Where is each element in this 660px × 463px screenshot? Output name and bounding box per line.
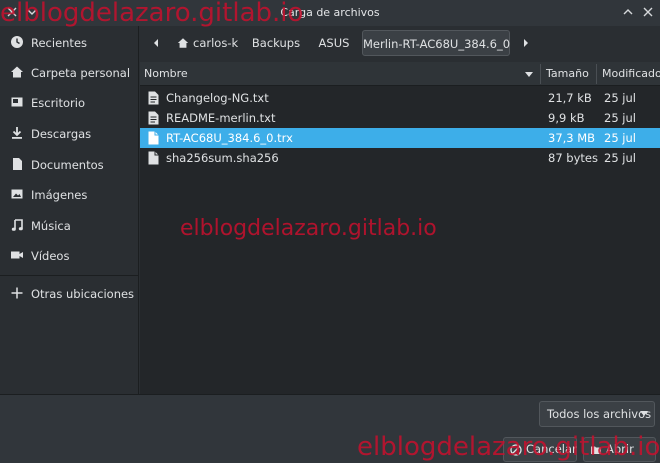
breadcrumb-label: Backups [251, 36, 301, 50]
file-modified: 25 jul [604, 131, 636, 145]
file-name: Changelog-NG.txt [166, 91, 269, 105]
file-name: RT-AC68U_384.6_0.trx [166, 131, 293, 145]
desktop-icon [11, 97, 23, 107]
close-icon[interactable] [640, 4, 656, 20]
image-icon [11, 189, 23, 199]
sidebar-item-escritorio[interactable]: Escritorio [0, 88, 139, 118]
breadcrumb-label: Merlin-RT-AC68U_384.6_0 [363, 37, 511, 51]
sidebar-item-label: Carpeta personal [31, 66, 131, 80]
sidebar-item-imagenes[interactable]: Imágenes [0, 180, 139, 210]
breadcrumb-carlos-k[interactable]: carlos-k [173, 30, 239, 56]
music-icon [11, 219, 23, 231]
file-row[interactable]: sha256sum.sha256 87 bytes 25 jul [140, 148, 660, 168]
file-modified: 25 jul [604, 151, 636, 165]
file-icon [148, 131, 159, 145]
breadcrumb-backups[interactable]: Backups [248, 30, 304, 56]
file-size: 9,9 kB [548, 111, 585, 125]
breadcrumb-label: ASUS [318, 36, 350, 50]
file-name: README-merlin.txt [166, 111, 276, 125]
column-header-size[interactable]: Tamaño [546, 67, 589, 80]
column-headers: Nombre Tamaño Modificado [140, 62, 660, 86]
file-modified: 25 jul [604, 91, 636, 105]
sort-down-icon[interactable] [524, 71, 534, 78]
file-name: sha256sum.sha256 [166, 151, 279, 165]
breadcrumb-asus[interactable]: ASUS [312, 30, 356, 56]
column-header-name[interactable]: Nombre [144, 67, 188, 80]
plus-icon [11, 287, 23, 299]
column-divider[interactable] [540, 64, 541, 84]
file-modified: 25 jul [604, 111, 636, 125]
sidebar-item-descargas[interactable]: Descargas [0, 119, 139, 149]
file-row[interactable]: Changelog-NG.txt 21,7 kB 25 jul [140, 88, 660, 108]
text-file-icon [148, 91, 159, 105]
sidebar-item-label: Música [31, 219, 71, 233]
sidebar-item-label: Imágenes [31, 188, 88, 202]
column-header-modified[interactable]: Modificado [602, 67, 660, 80]
sidebar-item-label: Recientes [31, 36, 88, 50]
sidebar-item-musica[interactable]: Música [0, 211, 139, 241]
sidebar-item-label: Documentos [31, 158, 104, 172]
column-divider[interactable] [596, 64, 597, 84]
path-bar: carlos-k Backups ASUS Merlin-RT-AC68U_38… [140, 26, 660, 60]
file-size: 37,3 MB [548, 131, 596, 145]
sidebar-divider [0, 275, 139, 276]
download-icon [12, 127, 22, 139]
text-file-icon [148, 111, 159, 125]
chevron-left-icon[interactable] [150, 37, 162, 49]
sidebar-item-otras-ubicaciones[interactable]: Otras ubicaciones [0, 279, 139, 309]
watermark: elblogdelazaro.gitlab.io [357, 432, 660, 462]
sidebar-item-label: Vídeos [31, 249, 70, 263]
breadcrumb-label: carlos-k [193, 36, 239, 50]
places-sidebar: Recientes Carpeta personal Escritorio De… [0, 26, 139, 394]
file-row[interactable]: README-merlin.txt 9,9 kB 25 jul [140, 108, 660, 128]
sidebar-item-label: Otras ubicaciones [31, 287, 135, 301]
caret-down-icon [640, 411, 648, 416]
watermark: elblogdelazaro.gitlab.io [0, 0, 304, 28]
file-size: 87 bytes [548, 151, 598, 165]
breadcrumb-merlin[interactable]: Merlin-RT-AC68U_384.6_0 [362, 30, 510, 56]
file-row-selected[interactable]: RT-AC68U_384.6_0.trx 37,3 MB 25 jul [140, 128, 660, 148]
video-icon [11, 251, 23, 259]
watermark: elblogdelazaro.gitlab.io [180, 216, 437, 241]
file-icon [148, 151, 159, 165]
clock-icon [11, 36, 23, 48]
home-icon [11, 66, 23, 78]
home-icon [177, 38, 189, 48]
file-type-filter-select[interactable]: Todos los archivos [539, 401, 655, 427]
document-icon [13, 158, 22, 170]
filter-label: Todos los archivos [547, 407, 652, 421]
sidebar-item-label: Escritorio [31, 96, 86, 110]
sidebar-item-label: Descargas [31, 127, 92, 141]
sidebar-item-documentos[interactable]: Documentos [0, 150, 139, 180]
chevron-up-icon[interactable] [620, 4, 636, 20]
sidebar-item-videos[interactable]: Vídeos [0, 241, 139, 271]
sidebar-item-carpeta-personal[interactable]: Carpeta personal [0, 58, 139, 88]
sidebar-item-recientes[interactable]: Recientes [0, 28, 139, 58]
chevron-right-icon[interactable] [520, 37, 532, 49]
file-size: 21,7 kB [548, 91, 592, 105]
